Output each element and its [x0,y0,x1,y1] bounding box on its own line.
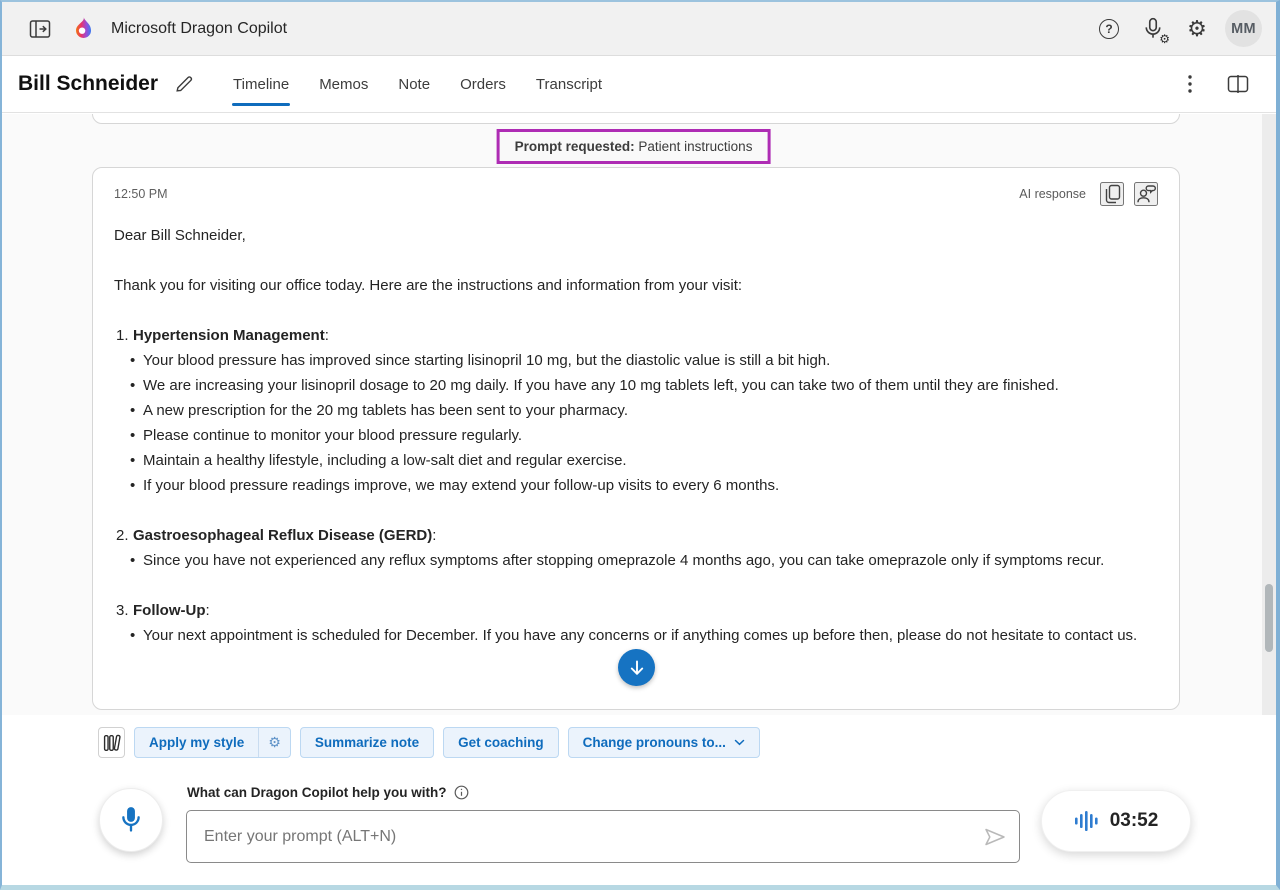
tab-timeline[interactable]: Timeline [218,56,304,112]
copy-icon [1103,184,1121,204]
scrollbar-track [1262,114,1276,715]
change-pronouns-button[interactable]: Change pronouns to... [568,727,760,758]
prompt-input[interactable] [186,810,1020,863]
tab-orders[interactable]: Orders [445,56,521,112]
chevron-down-icon [734,739,745,746]
ai-response-body: Dear Bill Schneider, Thank you for visit… [114,223,1158,648]
apply-my-style-action[interactable]: Apply my style [135,728,258,757]
arrow-down-icon [627,658,647,678]
apply-my-style-button: Apply my style ⚙ [134,727,291,758]
patient-name: Bill Schneider [2,72,158,96]
section-title: 3.Follow-Up: [114,598,1158,623]
section-bullets: Since you have not experienced any reflu… [114,548,1158,573]
waveform-icon [1074,808,1100,834]
prompt-library-button[interactable] [98,727,125,758]
send-icon [983,826,1007,848]
mic-settings-button[interactable]: ⚙ [1137,13,1169,45]
tab-memos[interactable]: Memos [304,56,383,112]
microphone-button[interactable] [99,788,163,852]
send-button[interactable] [982,824,1008,850]
section-title: 2.Gastroesophageal Reflux Disease (GERD)… [114,523,1158,548]
bullet-item: Please continue to monitor your blood pr… [143,423,1158,448]
info-icon[interactable] [454,785,469,800]
titlebar: Microsoft Dragon Copilot ? ⚙ ⚙ MM [2,2,1276,56]
edit-patient-button[interactable] [168,68,200,100]
ai-response-label: AI response [1019,187,1086,201]
ai-response-card: 12:50 PM AI response [92,167,1180,710]
intro-paragraph: Thank you for visiting our office today.… [114,273,1158,298]
section-title: 1.Hypertension Management: [114,323,1158,348]
scrollbar-thumb[interactable] [1265,584,1273,652]
kebab-menu-icon [1188,75,1192,93]
tab-bar: Timeline Memos Note Orders Transcript [218,56,617,112]
small-gear-icon: ⚙ [268,734,281,751]
split-view-button[interactable] [1222,68,1254,100]
prompt-area-label: What can Dragon Copilot help you with? [187,785,447,800]
more-options-button[interactable] [1174,68,1206,100]
recording-timer-pill[interactable]: 03:52 [1041,790,1191,852]
apply-my-style-settings[interactable]: ⚙ [258,728,290,757]
section-bullets: Your next appointment is scheduled for D… [114,623,1158,648]
get-coaching-button[interactable]: Get coaching [443,727,559,758]
quick-actions-bar: Apply my style ⚙ Summarize note Get coac… [98,727,760,758]
bullet-item: We are increasing your lisinopril dosage… [143,373,1158,398]
message-timestamp: 12:50 PM [114,187,168,201]
summarize-note-button[interactable]: Summarize note [300,727,434,758]
bullet-item: Since you have not experienced any reflu… [143,548,1158,573]
mic-settings-icon: ⚙ [1140,16,1166,42]
tab-note[interactable]: Note [383,56,445,112]
scroll-to-bottom-button[interactable] [618,649,655,686]
dragon-copilot-window: Microsoft Dragon Copilot ? ⚙ ⚙ MM [0,0,1280,890]
previous-card-edge [92,114,1180,124]
help-button[interactable]: ? [1093,13,1125,45]
help-icon: ? [1099,19,1119,39]
prompt-requested-label: Prompt requested: [515,139,635,154]
open-panel-button[interactable] [24,13,56,45]
person-feedback-icon [1136,184,1157,204]
tab-transcript[interactable]: Transcript [521,56,617,112]
prompt-requested-value: Patient instructions [635,139,753,154]
prompt-panel: Apply my style ⚙ Summarize note Get coac… [2,715,1276,885]
bullet-item: Your next appointment is scheduled for D… [143,623,1158,648]
app-title: Microsoft Dragon Copilot [111,20,287,38]
section-bullets: Your blood pressure has improved since s… [114,348,1158,498]
bullet-item: Your blood pressure has improved since s… [143,348,1158,373]
settings-gear-icon: ⚙ [1187,18,1207,40]
bullet-item: A new prescription for the 20 mg tablets… [143,398,1158,423]
bullet-item: Maintain a healthy lifestyle, including … [143,448,1158,473]
microphone-icon [116,804,146,836]
timer-value: 03:52 [1110,810,1159,832]
greeting: Dear Bill Schneider, [114,223,1158,248]
dragon-copilot-logo [70,16,95,42]
open-panel-icon [29,19,51,39]
settings-button[interactable]: ⚙ [1181,13,1213,45]
split-view-icon [1227,75,1249,93]
pencil-icon [174,74,194,94]
user-avatar[interactable]: MM [1225,10,1262,47]
library-icon [102,733,121,753]
copy-button[interactable] [1100,182,1124,206]
prompt-requested-badge: Prompt requested: Patient instructions [497,129,771,164]
patient-header: Bill Schneider Timeline Memos Note Order… [2,56,1276,113]
bullet-item: If your blood pressure readings improve,… [143,473,1158,498]
feedback-button[interactable] [1134,182,1158,206]
timeline-content: Prompt requested: Patient instructions 1… [2,114,1276,715]
